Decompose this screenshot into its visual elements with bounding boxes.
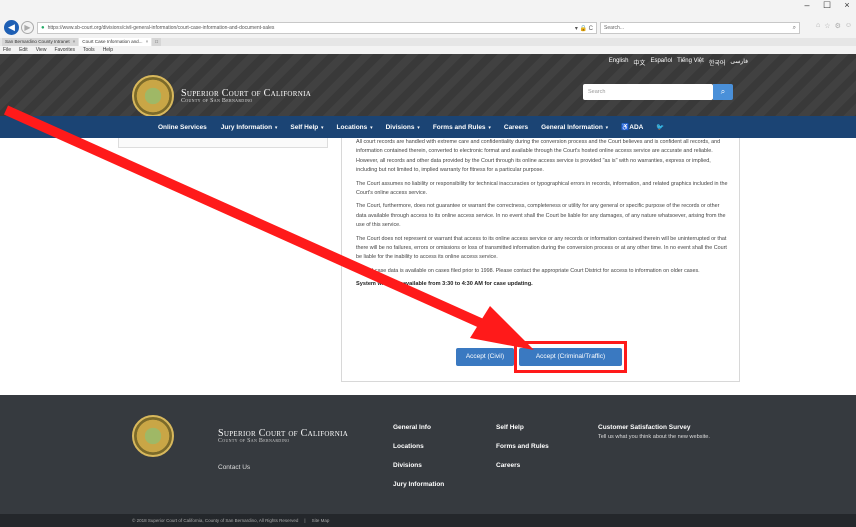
chevron-down-icon: ▾ xyxy=(605,124,609,131)
lang-english[interactable]: English xyxy=(609,58,629,67)
footer-survey: Customer Satisfaction Survey Tell us wha… xyxy=(598,424,710,452)
language-links: English 中文 Español Tiếng Việt 한국어 فارسی xyxy=(609,58,748,67)
footer-links-column-2: Self Help Forms and Rules Careers xyxy=(496,424,549,481)
footer-link-careers[interactable]: Careers xyxy=(496,462,549,469)
nav-locations[interactable]: Locations ▾ xyxy=(337,124,373,131)
menu-edit[interactable]: Edit xyxy=(19,46,28,54)
home-icon[interactable]: ⌂ xyxy=(816,22,820,30)
lang-vietnamese[interactable]: Tiếng Việt xyxy=(677,58,704,67)
footer-link-divisions[interactable]: Divisions xyxy=(393,462,444,469)
chevron-down-icon: ▾ xyxy=(321,124,324,131)
accept-civil-button[interactable]: Accept (Civil) xyxy=(456,348,514,366)
footer-survey-description: Tell us what you think about the new web… xyxy=(598,434,710,440)
address-url: https://www.sb-court.org/divisions/civil… xyxy=(47,25,275,31)
menu-favorites[interactable]: Favorites xyxy=(54,46,75,54)
site-search-button[interactable]: ⌕ xyxy=(713,84,733,100)
footer-contact-us-link[interactable]: Contact Us xyxy=(218,464,250,471)
disclaimer-paragraph: The Court, furthermore, does not guarant… xyxy=(356,203,726,229)
tab-close-icon[interactable]: × xyxy=(146,39,149,44)
settings-gear-icon[interactable]: ⚙ xyxy=(835,22,841,30)
tab-intranet[interactable]: San Bernardino County Intranet × xyxy=(2,38,79,46)
lang-spanish[interactable]: Español xyxy=(650,58,672,67)
court-seal-logo[interactable] xyxy=(132,75,174,117)
browser-search-placeholder: Search... xyxy=(604,25,625,31)
menu-view[interactable]: View xyxy=(36,46,47,54)
footer-link-forms-and-rules[interactable]: Forms and Rules xyxy=(496,443,549,450)
search-icon: ⌕ xyxy=(720,87,726,96)
window-controls: – ☐ × xyxy=(802,0,852,11)
chevron-down-icon: ▾ xyxy=(370,124,373,131)
footer-links-column-1: General Info Locations Divisions Jury In… xyxy=(393,424,444,500)
disclaimer-paragraph: The Court does not represent or warrant … xyxy=(356,235,727,261)
browser-tabs: San Bernardino County Intranet × Court Ca… xyxy=(0,38,856,46)
new-tab-icon[interactable]: □ xyxy=(152,38,162,46)
nav-general-information[interactable]: General Information ▾ xyxy=(541,124,608,131)
copyright-text: © 2018 Superior Court of California, Cou… xyxy=(132,518,299,523)
disclaimer-paragraph: All court records are handled with extre… xyxy=(356,139,721,174)
lang-farsi[interactable]: فارسی xyxy=(730,58,748,67)
lang-korean[interactable]: 한국어 xyxy=(709,58,726,67)
footer-separator: | xyxy=(304,518,306,523)
footer-link-self-help[interactable]: Self Help xyxy=(496,424,549,431)
nav-divisions[interactable]: Divisions ▾ xyxy=(386,124,420,131)
nav-forms-and-rules[interactable]: Forms and Rules ▾ xyxy=(433,124,491,131)
lang-chinese[interactable]: 中文 xyxy=(633,58,645,67)
footer-link-jury-information[interactable]: Jury Information xyxy=(393,481,444,488)
nav-jury-information[interactable]: Jury Information ▾ xyxy=(221,124,278,131)
footer-link-general-info[interactable]: General Info xyxy=(393,424,444,431)
footer-survey-title[interactable]: Customer Satisfaction Survey xyxy=(598,424,710,431)
maximize-button[interactable]: ☐ xyxy=(822,0,832,11)
disclaimer-notice: All court records are handled with extre… xyxy=(341,138,740,382)
forward-arrow-icon[interactable]: ▶ xyxy=(21,21,34,34)
nav-online-services[interactable]: Online Services xyxy=(158,124,208,131)
nav-careers[interactable]: Careers xyxy=(504,124,528,131)
site-search-input[interactable]: Search xyxy=(583,84,713,100)
favorites-star-icon[interactable]: ☆ xyxy=(824,22,830,30)
footer-link-locations[interactable]: Locations xyxy=(393,443,444,450)
chevron-down-icon: ▾ xyxy=(488,124,491,131)
tab-close-icon[interactable]: × xyxy=(73,39,76,44)
main-navigation: Online Services Jury Information ▾ Self … xyxy=(0,116,856,138)
address-bar-controls[interactable]: ▾ 🔒 C xyxy=(575,25,593,32)
browser-menu-bar: File Edit View Favorites Tools Help xyxy=(0,46,856,54)
sidebar-card xyxy=(118,138,328,148)
smiley-icon[interactable]: ☺ xyxy=(845,22,852,30)
nav-ada[interactable]: ♿ADA xyxy=(621,123,643,131)
search-icon[interactable]: ⌕ xyxy=(793,25,796,32)
chevron-down-icon: ▾ xyxy=(417,124,420,131)
nav-self-help[interactable]: Self Help ▾ xyxy=(290,124,323,131)
disclaimer-paragraph: The Court assumes no liability or respon… xyxy=(356,180,728,197)
accept-criminal-traffic-button[interactable]: Accept (Criminal/Traffic) xyxy=(519,348,622,366)
chevron-down-icon: ▾ xyxy=(274,124,278,131)
header-court-subtitle: County of San Bernardino xyxy=(181,98,253,104)
browser-search-input[interactable]: Search... ⌕ xyxy=(600,22,800,34)
maintenance-warning: System will be unavailable from 3:30 to … xyxy=(356,281,533,288)
menu-help[interactable]: Help xyxy=(103,46,113,54)
secure-lock-icon: ● xyxy=(41,25,45,31)
close-window-button[interactable]: × xyxy=(842,0,852,11)
footer-court-seal-logo xyxy=(132,415,174,457)
minimize-button[interactable]: – xyxy=(802,0,812,11)
menu-file[interactable]: File xyxy=(3,46,11,54)
menu-tools[interactable]: Tools xyxy=(83,46,95,54)
footer-bottom-bar: © 2018 Superior Court of California, Cou… xyxy=(0,514,856,527)
site-map-link[interactable]: Site Map xyxy=(312,514,330,527)
disclaimer-paragraph: Limited case data is available on cases … xyxy=(356,267,700,274)
tab-court-case-info[interactable]: Court Case Information and... × xyxy=(79,38,152,46)
twitter-icon[interactable]: 🐦 xyxy=(656,123,664,131)
back-arrow-icon[interactable]: ◀ xyxy=(4,20,19,35)
footer-court-subtitle: County of San Bernardino xyxy=(218,438,290,444)
address-bar[interactable]: ● https://www.sb-court.org/divisions/civ… xyxy=(37,22,597,34)
browser-toolbar-icons: ⌂ ☆ ⚙ ☺ xyxy=(816,22,852,30)
